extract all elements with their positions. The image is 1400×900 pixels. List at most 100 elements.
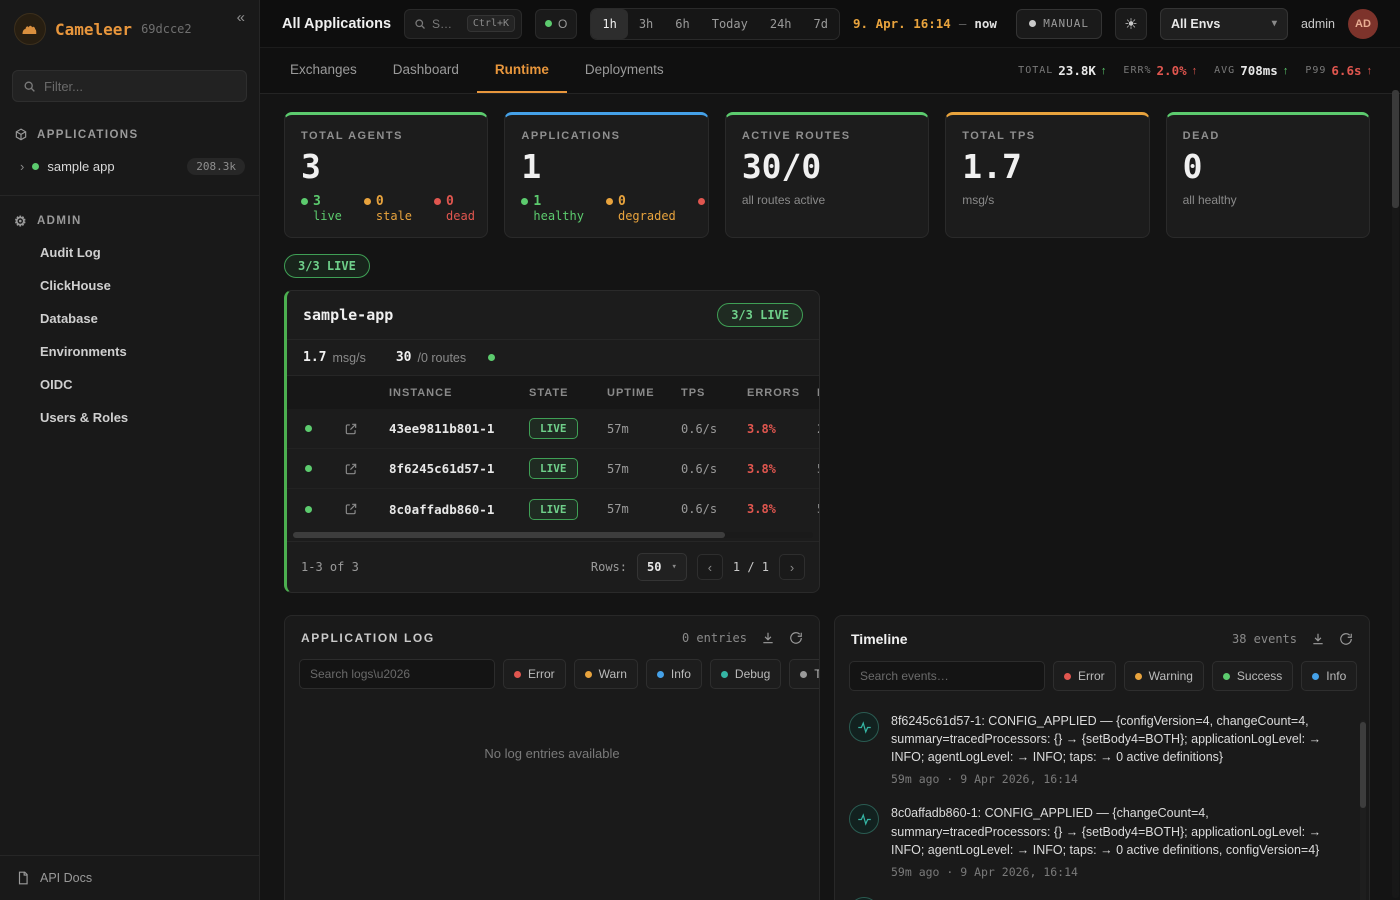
filter-chip-success[interactable]: Success	[1212, 661, 1293, 691]
app-card-meta: 1.7 msg/s 30 /0 routes	[287, 340, 819, 376]
col-errors: ERRORS	[731, 387, 801, 399]
filter-chip-trace[interactable]: Trace	[789, 659, 820, 689]
online-chip-label: O	[558, 17, 567, 31]
health-cell: 5	[801, 502, 819, 516]
external-link-icon[interactable]	[329, 422, 373, 436]
tab-dashboard[interactable]: Dashboard	[375, 48, 477, 93]
metric-total: TOTAL 23.8K ↑	[1018, 63, 1106, 78]
up-arrow-icon: ↑	[1101, 65, 1107, 77]
refresh-icon[interactable]	[789, 631, 803, 645]
tab-deployments[interactable]: Deployments	[567, 48, 682, 93]
filter-chip-error[interactable]: Error	[503, 659, 566, 689]
event-item: 8c0affadb860-1: CONFIG_APPLIED — {change…	[835, 795, 1369, 887]
card-title: TOTAL AGENTS	[301, 130, 471, 142]
next-page-button[interactable]: ›	[779, 554, 805, 580]
external-link-icon[interactable]	[329, 462, 373, 476]
pulse-icon	[849, 804, 879, 834]
metric-label: TOTAL	[1018, 65, 1053, 76]
external-link-icon[interactable]	[329, 502, 373, 516]
filter-chip-warn[interactable]: Warn	[574, 659, 638, 689]
sidebar-item-oidc[interactable]: OIDC	[0, 368, 259, 401]
global-search[interactable]: S… Ctrl+K	[404, 9, 522, 39]
status-dot	[32, 163, 39, 170]
search-icon	[23, 80, 36, 93]
time-range-group: 1h 3h 6h Today 24h 7d	[590, 8, 840, 40]
tab-runtime[interactable]: Runtime	[477, 48, 567, 93]
card-title: DEAD	[1183, 130, 1353, 142]
prev-page-button[interactable]: ‹	[697, 554, 723, 580]
tps-cell: 0.6/s	[665, 422, 731, 436]
sidebar-item-sample-app[interactable]: › sample app 208.3k	[0, 150, 259, 183]
api-docs-link[interactable]: API Docs	[0, 855, 259, 900]
tabbar: Exchanges Dashboard Runtime Deployments …	[260, 48, 1400, 94]
filter-chip-error[interactable]: Error	[1053, 661, 1116, 691]
manual-dot	[1029, 20, 1036, 27]
tps-value: 1.7	[303, 350, 326, 365]
metric-label: P99	[1305, 65, 1326, 76]
filter-chip-warning[interactable]: Warning	[1124, 661, 1204, 691]
filter-input[interactable]	[44, 79, 236, 94]
online-indicator-chip[interactable]: O	[535, 9, 577, 39]
env-selector[interactable]: All Envs ▾	[1160, 8, 1288, 40]
avatar[interactable]: AD	[1348, 9, 1378, 39]
download-icon[interactable]	[761, 631, 775, 645]
download-icon[interactable]	[1311, 632, 1325, 646]
timeline-events-count: 38 events	[1232, 632, 1297, 646]
table-row[interactable]: 43ee9811b801-1 LIVE 57m 0.6/s 3.8% 2	[287, 409, 819, 449]
user-name: admin	[1301, 17, 1335, 31]
expander-icon: ›	[20, 159, 24, 174]
state-badge: LIVE	[529, 458, 578, 479]
filter-chip-info[interactable]: Info	[646, 659, 702, 689]
chevron-down-icon: ▾	[671, 562, 676, 572]
uptime-cell: 57m	[591, 422, 665, 436]
filter-chip-info[interactable]: Info	[1301, 661, 1357, 691]
rows-per-page-select[interactable]: 50 ▾	[637, 553, 687, 581]
applications-section-header: APPLICATIONS	[0, 120, 259, 150]
table-row[interactable]: 8c0affadb860-1 LIVE 57m 0.6/s 3.8% 5	[287, 489, 819, 529]
date-range-display[interactable]: 9. Apr. 16:14 — now	[853, 16, 997, 31]
time-range-today[interactable]: Today	[701, 9, 759, 39]
tab-exchanges[interactable]: Exchanges	[272, 48, 375, 93]
chevron-down-icon: ▾	[1272, 18, 1277, 29]
sidebar-item-clickhouse[interactable]: ClickHouse	[0, 269, 259, 302]
brand-name: Cameleer	[55, 20, 132, 39]
time-range-7d[interactable]: 7d	[803, 9, 839, 39]
col-health: H	[801, 387, 819, 399]
time-range-6h[interactable]: 6h	[664, 9, 700, 39]
sidebar-item-database[interactable]: Database	[0, 302, 259, 335]
card-title: TOTAL TPS	[962, 130, 1132, 142]
refresh-icon[interactable]	[1339, 632, 1353, 646]
horizontal-scrollbar-thumb[interactable]	[293, 532, 725, 538]
stat-card-total-agents: TOTAL AGENTS 3 3live 0stale 0dead	[284, 112, 488, 238]
metric-value: 2.0%	[1157, 63, 1187, 78]
sidebar-collapse-button[interactable]: «	[237, 10, 245, 25]
sidebar-item-audit-log[interactable]: Audit Log	[0, 236, 259, 269]
date-dash: —	[959, 16, 967, 31]
admin-section-header: ⚙ ADMIN	[0, 206, 259, 236]
env-selected-value: All Envs	[1171, 17, 1220, 31]
filter-chip-debug[interactable]: Debug	[710, 659, 781, 689]
admin-section-label: ADMIN	[37, 215, 82, 227]
card-title: APPLICATIONS	[521, 130, 691, 142]
time-range-24h[interactable]: 24h	[759, 9, 803, 39]
api-docs-label: API Docs	[40, 871, 92, 885]
table-row[interactable]: 8f6245c61d57-1 LIVE 57m 0.6/s 3.8% 5	[287, 449, 819, 489]
timeline-search-input[interactable]	[849, 661, 1045, 691]
timeline-scrollbar-thumb[interactable]	[1360, 722, 1366, 808]
bottom-panels: APPLICATION LOG 0 entries	[284, 615, 1370, 900]
stat-card-total-tps: TOTAL TPS 1.7 msg/s	[945, 112, 1149, 238]
log-search-input[interactable]	[299, 659, 495, 689]
application-log-panel: APPLICATION LOG 0 entries	[284, 615, 820, 900]
log-panel-title: APPLICATION LOG	[301, 631, 435, 645]
time-range-3h[interactable]: 3h	[628, 9, 664, 39]
manual-mode-button[interactable]: MANUAL	[1016, 9, 1102, 39]
theme-toggle-button[interactable]: ☀	[1115, 8, 1147, 40]
sidebar-item-users-roles[interactable]: Users & Roles	[0, 401, 259, 434]
event-item: 8f6245c61d57-1: CONFIG_APPLIED — {config…	[835, 703, 1369, 795]
timeline-title: Timeline	[851, 631, 908, 647]
sidebar-item-environments[interactable]: Environments	[0, 335, 259, 368]
app-card-sample-app: sample-app 3/3 LIVE 1.7 msg/s 30 /0 rout…	[284, 290, 820, 593]
up-arrow-icon: ↑	[1367, 65, 1373, 77]
time-range-1h[interactable]: 1h	[591, 9, 627, 39]
page-scrollbar-thumb[interactable]	[1392, 90, 1399, 208]
